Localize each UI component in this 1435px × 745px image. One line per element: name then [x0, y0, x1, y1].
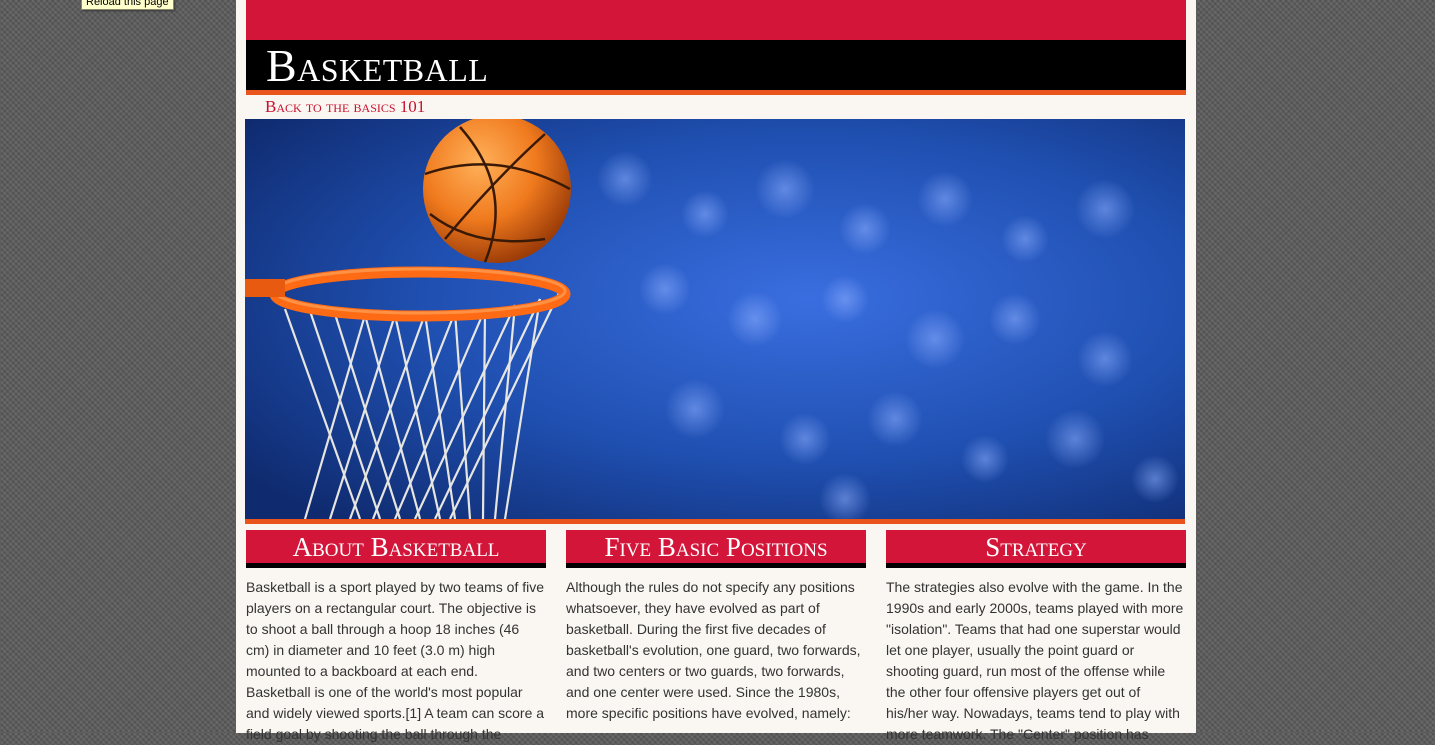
about-section: About Basketball Basketball is a sport p… — [246, 530, 546, 745]
back-to-basics-link[interactable]: Back to the basics 101 — [265, 96, 425, 118]
basketball-hoop-photo — [245, 119, 1185, 519]
strategy-section: Strategy The strategies also evolve with… — [886, 530, 1186, 745]
strategy-text: The strategies also evolve with the game… — [886, 579, 1184, 742]
title-bar: Basketball — [246, 40, 1186, 95]
reload-tooltip: Reload this page — [81, 0, 174, 10]
about-heading: About Basketball — [246, 530, 546, 568]
positions-heading: Five Basic Positions — [566, 530, 866, 568]
hero-image — [245, 119, 1185, 524]
strategy-heading: Strategy — [886, 530, 1186, 568]
positions-section: Five Basic Positions Although the rules … — [566, 530, 866, 724]
top-red-bar — [246, 0, 1186, 40]
page-container: Basketball Back to the basics 101 About … — [236, 0, 1196, 742]
about-text: Basketball is a sport played by two team… — [246, 579, 545, 742]
positions-text: Although the rules do not specify any po… — [566, 579, 861, 721]
site-title: Basketball — [266, 40, 489, 91]
